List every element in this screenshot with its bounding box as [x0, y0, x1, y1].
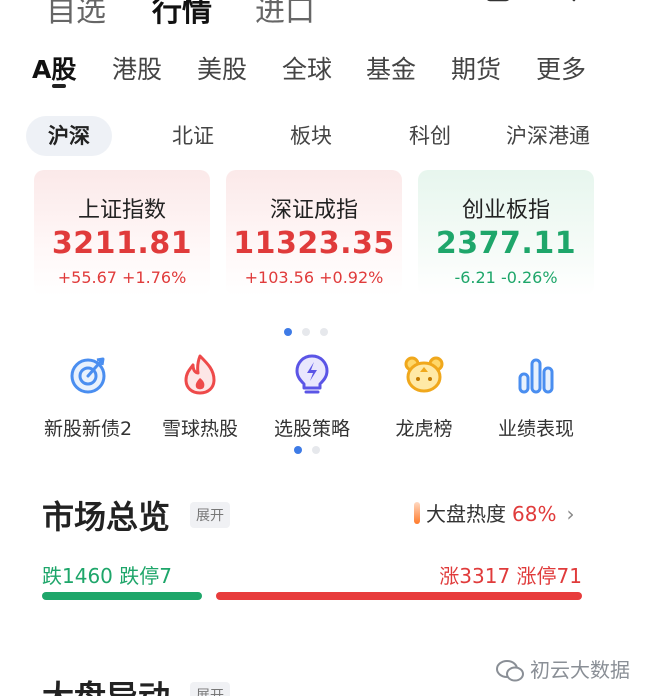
pager-dot [320, 328, 328, 336]
feature-pager-dots [294, 446, 320, 454]
bar-separator [202, 589, 216, 603]
index-name: 上证指数 [77, 198, 166, 223]
feature-earnings[interactable]: 业绩表现 [476, 352, 596, 441]
pager-dot-active [294, 446, 302, 454]
tab-futures[interactable]: 期货 [451, 50, 501, 86]
feature-label: 龙虎榜 [395, 418, 453, 440]
feature-dragon-tiger-list[interactable]: 龙虎榜 [364, 352, 484, 441]
tab-more[interactable]: 更多 [536, 50, 586, 86]
thermometer-icon [414, 502, 420, 524]
card-pager-dots [284, 328, 328, 336]
index-name: 创业板指 [461, 198, 550, 223]
target-icon [70, 357, 106, 394]
movement-expand-button[interactable]: 展开 [190, 682, 230, 696]
chevron-right-icon: › [566, 502, 575, 526]
index-value: 3211.81 [51, 226, 193, 261]
feature-hot-stocks[interactable]: 雪球热股 [140, 352, 260, 441]
pager-dot-active [284, 328, 292, 336]
subtab-beijing[interactable]: 北证 [172, 116, 214, 156]
feature-label: 选股策略 [273, 418, 350, 440]
top-tab-market[interactable]: 行情 [152, 0, 212, 30]
feature-new-issues[interactable]: 新股新债2 [28, 352, 148, 441]
top-tab-more[interactable]: 进口 [255, 0, 315, 30]
decline-bar [42, 592, 202, 600]
heat-label: 大盘热度 [426, 502, 506, 526]
market-overview-title: 市场总览 [42, 498, 171, 536]
watermark: 初云大数据 [496, 654, 630, 683]
tab-hk-stock[interactable]: 港股 [112, 50, 162, 86]
index-value: 2377.11 [435, 226, 577, 261]
index-change: -6.21 -0.26% [454, 268, 558, 287]
tab-a-share[interactable]: A股 [32, 50, 76, 86]
feature-label: 雪球热股 [161, 418, 238, 440]
search-icon[interactable] [548, 0, 576, 4]
tiger-icon [404, 356, 444, 393]
active-tab-indicator [52, 84, 66, 88]
edit-icon[interactable] [484, 0, 512, 4]
feature-label: 业绩表现 [497, 418, 574, 440]
wechat-icon [496, 660, 524, 682]
bulb-icon [295, 354, 329, 394]
feature-label: 新股新债2 [43, 418, 133, 440]
tab-fund[interactable]: 基金 [366, 50, 416, 86]
pager-dot [312, 446, 320, 454]
subtab-star-market[interactable]: 科创 [409, 116, 451, 156]
overview-expand-button[interactable]: 展开 [190, 502, 230, 528]
flame-icon [184, 354, 216, 395]
index-card-chinext[interactable]: 创业板指 2377.11 -6.21 -0.26% [418, 170, 594, 296]
tab-global[interactable]: 全球 [282, 50, 332, 86]
index-card-shenzhen[interactable]: 深证成指 11323.35 +103.56 +0.92% [226, 170, 402, 296]
index-value: 11323.35 [233, 226, 395, 261]
advance-bar [216, 592, 582, 600]
feature-stock-strategy[interactable]: 选股策略 [252, 352, 372, 441]
market-heat[interactable]: 大盘热度 68% › [414, 498, 574, 527]
subtab-sector[interactable]: 板块 [290, 116, 332, 156]
decline-count: 跌1460 跌停7 [42, 564, 172, 588]
market-tabs: A股 港股 美股 全球 基金 期货 更多 [0, 50, 660, 90]
advance-count: 涨3317 涨停71 [439, 564, 582, 588]
index-change: +103.56 +0.92% [244, 268, 384, 287]
top-nav: 自选 行情 进口 [0, 0, 660, 29]
subtab-shanghai-shenzhen[interactable]: 沪深 [26, 116, 112, 156]
market-movement-title: 大盘异动 [42, 672, 170, 696]
bar-chart-icon [518, 358, 554, 394]
pager-dot [302, 328, 310, 336]
index-change: +55.67 +1.76% [57, 268, 187, 287]
subtab-stock-connect[interactable]: 沪深港通 [506, 116, 590, 156]
heat-value: 68% [512, 502, 557, 526]
sub-tabs: 沪深 北证 板块 科创 沪深港通 [0, 116, 660, 156]
watermark-text: 初云大数据 [530, 658, 630, 682]
index-card-shanghai[interactable]: 上证指数 3211.81 +55.67 +1.76% [34, 170, 210, 296]
tab-us-stock[interactable]: 美股 [197, 50, 247, 86]
index-name: 深证成指 [269, 198, 358, 223]
top-tab-watchlist[interactable]: 自选 [46, 0, 106, 30]
